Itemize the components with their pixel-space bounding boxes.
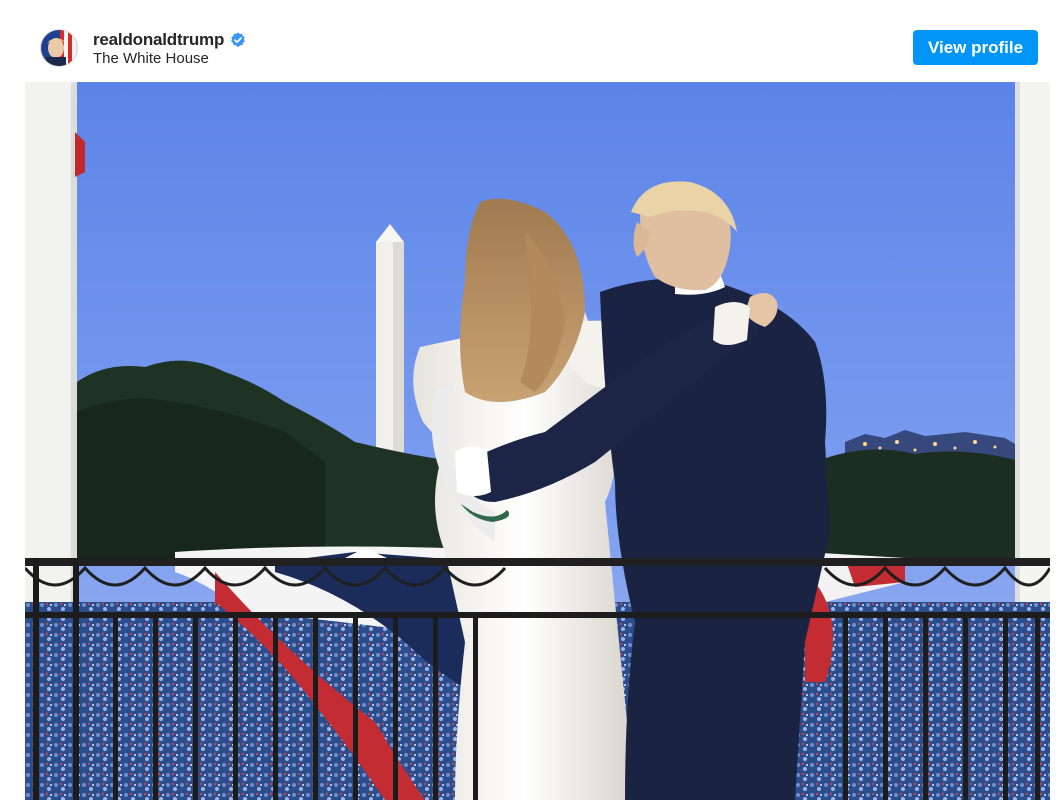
location-label[interactable]: The White House	[93, 50, 209, 67]
verified-badge-icon	[231, 32, 246, 47]
balcony-photo-illustration	[25, 82, 1050, 800]
post-photo[interactable]	[25, 82, 1050, 800]
flag-portrait-avatar-icon	[41, 30, 77, 66]
post-header: realdonaldtrump The White House View pro…	[0, 0, 1058, 82]
view-profile-button[interactable]: View profile	[913, 30, 1038, 65]
username[interactable]: realdonaldtrump	[93, 30, 224, 50]
username-row: realdonaldtrump	[93, 30, 246, 50]
avatar[interactable]	[40, 29, 78, 67]
